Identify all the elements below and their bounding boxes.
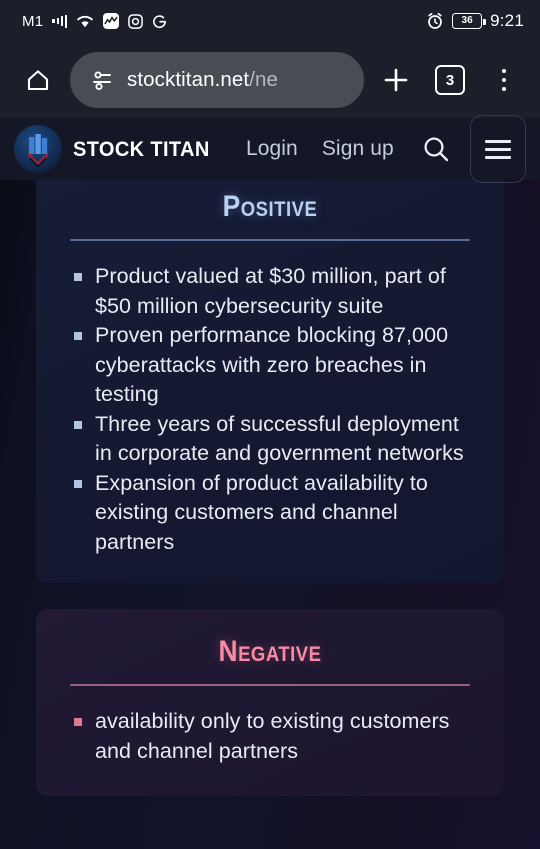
stock-app-icon xyxy=(103,13,120,29)
signup-link[interactable]: Sign up xyxy=(322,137,394,161)
positive-divider xyxy=(70,239,470,241)
list-item: availability only to existing customers … xyxy=(70,707,470,766)
new-tab-button[interactable] xyxy=(374,58,418,102)
instagram-icon xyxy=(128,13,144,29)
tab-switcher-button[interactable]: 3 xyxy=(428,58,472,102)
overflow-menu-icon[interactable] xyxy=(482,58,526,102)
page-content: Positive Product valued at $30 million, … xyxy=(0,180,540,849)
header-nav: Login Sign up xyxy=(246,137,394,161)
negative-card: Negative availability only to existing c… xyxy=(36,609,504,796)
url-domain: stocktitan.net xyxy=(127,68,250,91)
url-path: /ne xyxy=(249,68,279,91)
status-bar-left: M1 xyxy=(22,13,426,30)
carrier-label: M1 xyxy=(22,12,44,30)
search-icon[interactable] xyxy=(416,129,456,169)
signal-bars-icon xyxy=(52,14,68,28)
alarm-clock-icon xyxy=(426,12,444,30)
home-icon[interactable] xyxy=(16,58,60,102)
brand-label[interactable]: STOCK TITAN xyxy=(73,137,210,162)
positive-section-title: Positive xyxy=(222,190,318,223)
site-header: STOCK TITAN Login Sign up xyxy=(0,115,540,183)
site-settings-icon[interactable] xyxy=(90,69,114,91)
positive-card: Positive Product valued at $30 million, … xyxy=(36,180,504,583)
address-bar[interactable]: stocktitan.net/ne xyxy=(70,52,364,108)
clock-label: 9:21 xyxy=(490,11,524,30)
stock-titan-logo-icon[interactable] xyxy=(14,125,62,173)
url-text[interactable]: stocktitan.net/ne xyxy=(127,68,278,92)
browser-toolbar: stocktitan.net/ne 3 xyxy=(0,42,540,118)
battery-icon: 36 xyxy=(452,13,486,29)
list-item: Product valued at $30 million, part of $… xyxy=(70,262,470,321)
list-item: Three years of successful deployment in … xyxy=(70,410,470,469)
list-item: Proven performance blocking 87,000 cyber… xyxy=(70,321,470,410)
negative-bullet-list: availability only to existing customers … xyxy=(70,707,470,766)
negative-divider xyxy=(70,684,470,686)
positive-bullet-list: Product valued at $30 million, part of $… xyxy=(70,262,470,557)
google-icon xyxy=(152,14,167,29)
login-link[interactable]: Login xyxy=(246,137,298,161)
status-bar-right: 36 9:21 xyxy=(426,11,524,31)
list-item: Expansion of product availability to exi… xyxy=(70,469,470,558)
negative-section-title: Negative xyxy=(218,635,322,668)
battery-level: 36 xyxy=(461,15,473,26)
wifi-icon xyxy=(76,14,94,28)
status-bar: M1 36 9:21 xyxy=(0,0,540,42)
tab-count-label: 3 xyxy=(435,65,465,95)
hamburger-menu-icon[interactable] xyxy=(469,115,526,183)
